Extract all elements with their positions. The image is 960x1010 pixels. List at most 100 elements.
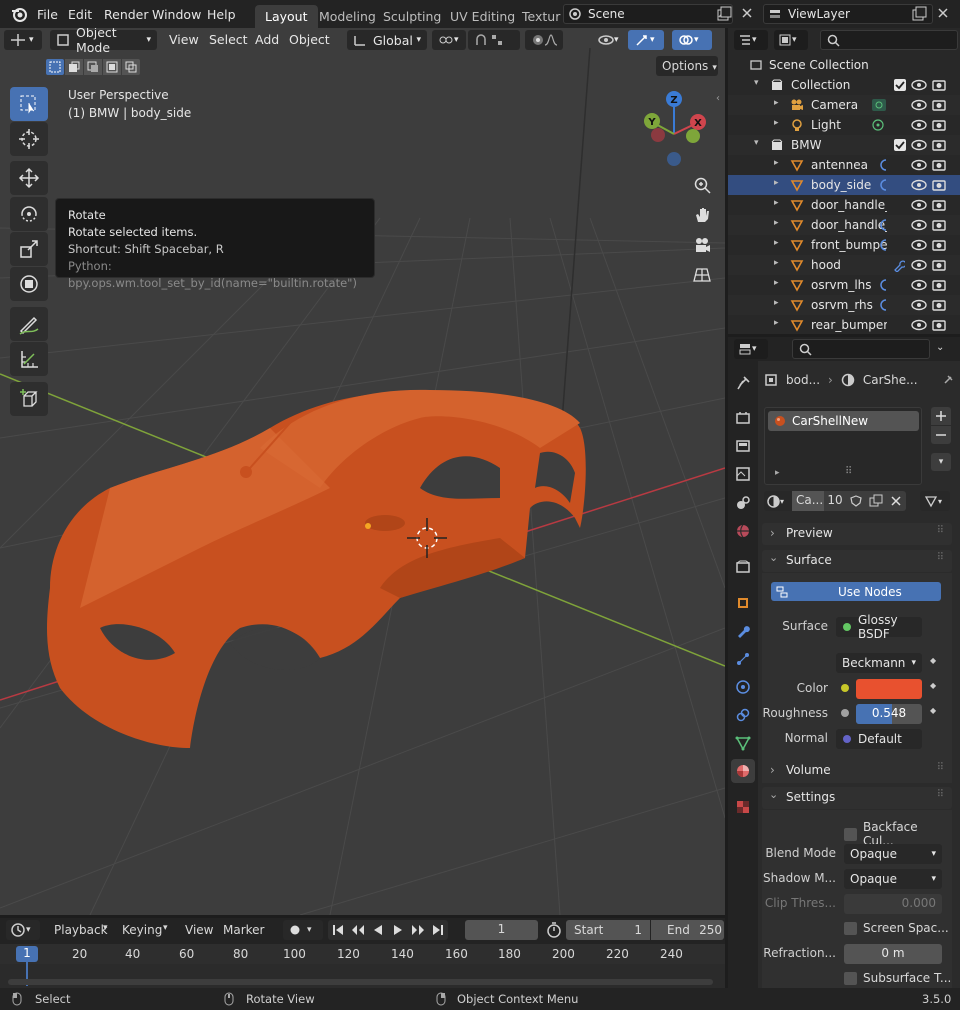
tab-render[interactable] — [731, 406, 755, 430]
timeline-editor-type[interactable]: ▾ — [6, 920, 40, 940]
eye-icon[interactable] — [911, 279, 927, 291]
jump-start-icon[interactable] — [328, 924, 348, 936]
tool-move[interactable] — [10, 161, 48, 195]
duplicate-material-icon[interactable] — [866, 491, 886, 511]
render-camera-icon[interactable] — [932, 318, 946, 332]
outliner-editor-type[interactable]: ▾ — [734, 30, 768, 50]
tab-modifiers[interactable] — [731, 619, 755, 643]
drag-handle-icon[interactable]: ⠿ — [937, 762, 944, 773]
outliner-item-rear-bumper[interactable]: ▸ rear_bumper — [728, 315, 960, 335]
sidebar-toggle-icon[interactable]: ‹ — [716, 93, 720, 104]
normal-field[interactable]: Default — [836, 729, 922, 749]
tab-texture[interactable]: Textur — [522, 9, 560, 24]
editor-type-dropdown[interactable]: ▾ — [4, 30, 42, 50]
camera-view-icon[interactable] — [690, 233, 714, 257]
modifier-icon[interactable] — [878, 218, 888, 232]
color-swatch[interactable] — [856, 679, 922, 699]
expand-closed-icon[interactable]: ▸ — [774, 238, 779, 248]
remove-view-layer-icon[interactable] — [937, 7, 949, 19]
transform-orientation-dropdown[interactable]: Global ▾ — [347, 30, 427, 50]
modifier-icon[interactable] — [878, 298, 888, 312]
keyframe-dot-icon[interactable]: ◆ — [930, 656, 936, 665]
menu-render[interactable]: Render — [104, 7, 149, 22]
outliner-item-body-side[interactable]: ▸ body_side — [728, 175, 960, 195]
render-camera-icon[interactable] — [932, 238, 946, 252]
tab-sculpting[interactable]: Sculpting — [383, 9, 441, 24]
remove-slot-button[interactable] — [931, 426, 951, 444]
options-dropdown[interactable]: Options ▾ — [656, 56, 718, 76]
eye-icon[interactable] — [911, 319, 927, 331]
tab-object[interactable] — [731, 591, 755, 615]
outliner-item-osrvm-rhs[interactable]: ▸ osrvm_rhs — [728, 295, 960, 315]
outliner-scene-collection[interactable]: Scene Collection — [728, 55, 960, 75]
outliner[interactable]: ▾ ▾ Scene Collection ▾ Collection ▸ Camera ▸… — [728, 28, 960, 334]
overlays-toggle[interactable]: ▾ — [672, 30, 712, 50]
drag-handle-icon[interactable]: ⠿ — [937, 789, 944, 800]
prev-keyframe-icon[interactable] — [348, 924, 368, 936]
timeline-menu-playback[interactable]: Playback — [54, 923, 108, 937]
roughness-slider[interactable]: 0.548 — [856, 704, 922, 724]
tool-transform[interactable] — [10, 267, 48, 301]
tool-select-box[interactable] — [10, 87, 48, 121]
eye-icon[interactable] — [911, 119, 927, 131]
new-view-layer-icon[interactable] — [911, 6, 927, 22]
expand-open-icon[interactable]: ▾ — [754, 138, 759, 148]
exclude-checkbox-icon[interactable] — [894, 79, 906, 91]
light-data-icon[interactable] — [871, 118, 885, 132]
tab-collection[interactable] — [731, 555, 755, 579]
outliner-item-osrvm-lhs[interactable]: ▸ osrvm_lhs — [728, 275, 960, 295]
outliner-item-BMW[interactable]: ▾ BMW — [728, 135, 960, 155]
use-nodes-button[interactable]: Use Nodes — [771, 582, 941, 601]
slot-specials-dropdown[interactable]: ▾ — [931, 453, 951, 471]
resize-grip-icon[interactable]: ⠿ — [845, 466, 852, 477]
subsurface-translucency-checkbox[interactable]: Subsurface T... — [844, 971, 951, 985]
clip-threshold-field[interactable]: 0.000 — [844, 894, 942, 914]
visibility-dropdown[interactable]: ▾ — [592, 30, 626, 50]
render-camera-icon[interactable] — [932, 198, 946, 212]
expand-closed-icon[interactable]: ▸ — [774, 178, 779, 188]
new-scene-icon[interactable] — [716, 6, 732, 22]
camera-data-icon[interactable] — [871, 98, 887, 112]
keyframe-dot-icon[interactable]: ◆ — [930, 681, 936, 690]
eye-icon[interactable] — [911, 79, 927, 91]
outliner-item-Light[interactable]: ▸ Light — [728, 115, 960, 135]
select-subtract-icon[interactable] — [84, 59, 102, 75]
outliner-item-front-bumper[interactable]: ▸ front_bumper — [728, 235, 960, 255]
material-slot-list[interactable]: CarShellNew ▸ ⠿ — [764, 407, 922, 485]
render-camera-icon[interactable] — [932, 118, 946, 132]
eye-icon[interactable] — [911, 179, 927, 191]
expand-closed-icon[interactable]: ▸ — [774, 298, 779, 308]
tool-measure[interactable] — [10, 342, 48, 376]
preview-panel-header[interactable]: › Preview ⠿ — [762, 523, 952, 545]
play-reverse-icon[interactable] — [368, 924, 388, 936]
tool-scale[interactable] — [10, 232, 48, 266]
render-camera-icon[interactable] — [932, 278, 946, 292]
outliner-item-Camera[interactable]: ▸ Camera — [728, 95, 960, 115]
eye-icon[interactable] — [911, 199, 927, 211]
eye-icon[interactable] — [911, 99, 927, 111]
drag-handle-icon[interactable]: ⠿ — [937, 525, 944, 536]
expand-closed-icon[interactable]: ▸ — [774, 218, 779, 228]
expand-closed-icon[interactable]: ▸ — [774, 98, 779, 108]
properties-editor[interactable]: ▾ ⌄ bod... › CarShe... CarShellNew ▸ ⠿ ▾… — [728, 337, 960, 988]
render-camera-icon[interactable] — [932, 138, 946, 152]
select-extend-icon[interactable] — [65, 59, 83, 75]
menu-help[interactable]: Help — [207, 7, 236, 22]
expand-closed-icon[interactable]: ▸ — [774, 278, 779, 288]
add-slot-button[interactable] — [931, 407, 951, 425]
outliner-item-Collection[interactable]: ▾ Collection — [728, 75, 960, 95]
render-camera-icon[interactable] — [932, 178, 946, 192]
properties-search-input[interactable] — [792, 339, 930, 359]
properties-options-icon[interactable]: ⌄ — [936, 342, 944, 353]
tab-modeling[interactable]: Modeling — [319, 9, 376, 24]
tab-data[interactable] — [731, 731, 755, 755]
tab-uv-editing[interactable]: UV Editing — [450, 9, 515, 24]
expand-icon[interactable]: ▸ — [775, 468, 780, 478]
timeline-editor[interactable]: ▾ Playback ▾ Keying ▾ View Marker ▾ 1 Star… — [0, 918, 725, 988]
wrench-icon[interactable] — [893, 258, 905, 272]
timeline-scrollbar[interactable] — [8, 979, 713, 985]
render-camera-icon[interactable] — [932, 78, 946, 92]
proportional-edit-toggle[interactable] — [525, 30, 563, 50]
next-keyframe-icon[interactable] — [408, 924, 428, 936]
blend-mode-dropdown[interactable]: Opaque ▾ — [844, 844, 942, 864]
